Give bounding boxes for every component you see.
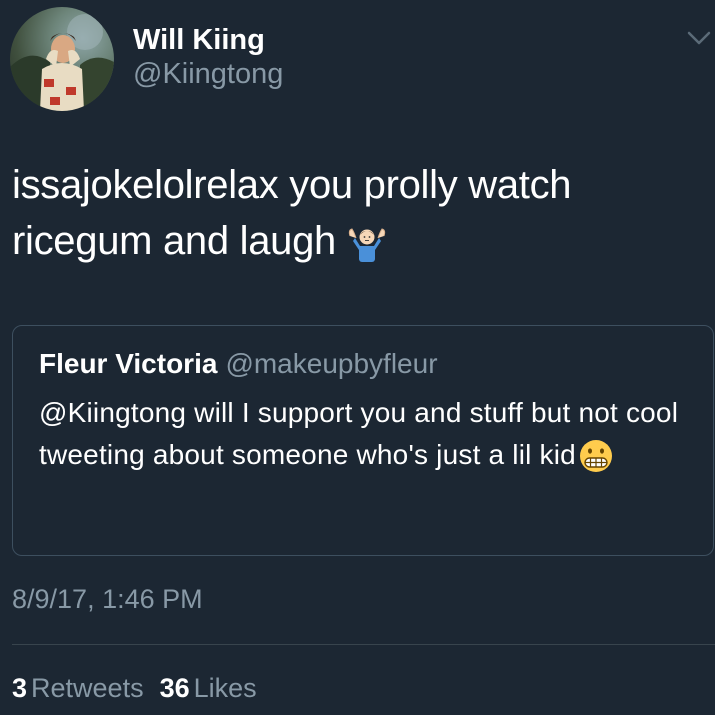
retweets-stat[interactable]: 3 Retweets [12, 673, 144, 704]
quoted-handle: @makeupbyfleur [225, 348, 438, 379]
profile-photo-icon [10, 14, 114, 111]
quoted-tweet-header: Fleur Victoria @makeupbyfleur [39, 348, 438, 380]
likes-stat[interactable]: 36 Likes [160, 673, 257, 704]
tweet-body: issajokelolrelax you prolly watch ricegu… [12, 157, 702, 277]
tweet-stats: 3 Retweets 36 Likes [12, 673, 257, 704]
retweets-count: 3 [12, 673, 28, 703]
divider [12, 644, 715, 645]
grimacing-face-emoji [578, 438, 614, 486]
quoted-tweet-body: @Kiingtong will I support you and stuff … [39, 392, 709, 486]
tweet-detail: Will Kiing @Kiingtong issajokelolrelax y… [0, 0, 715, 715]
chevron-down-icon[interactable] [686, 28, 712, 48]
retweets-label: Retweets [31, 673, 144, 703]
tweet-timestamp[interactable]: 8/9/17, 1:46 PM [12, 584, 203, 615]
author-display-name[interactable]: Will Kiing [133, 24, 265, 57]
person-shrugging-emoji [346, 221, 388, 277]
tweet-text: issajokelolrelax you prolly watch ricegu… [12, 163, 572, 263]
author-handle[interactable]: @Kiingtong [133, 58, 283, 91]
likes-count: 36 [159, 673, 190, 703]
avatar[interactable] [10, 7, 114, 111]
likes-label: Likes [193, 673, 257, 703]
quoted-display-name: Fleur Victoria [39, 348, 218, 379]
quoted-tweet-card[interactable]: Fleur Victoria @makeupbyfleur @Kiingtong … [12, 325, 714, 556]
